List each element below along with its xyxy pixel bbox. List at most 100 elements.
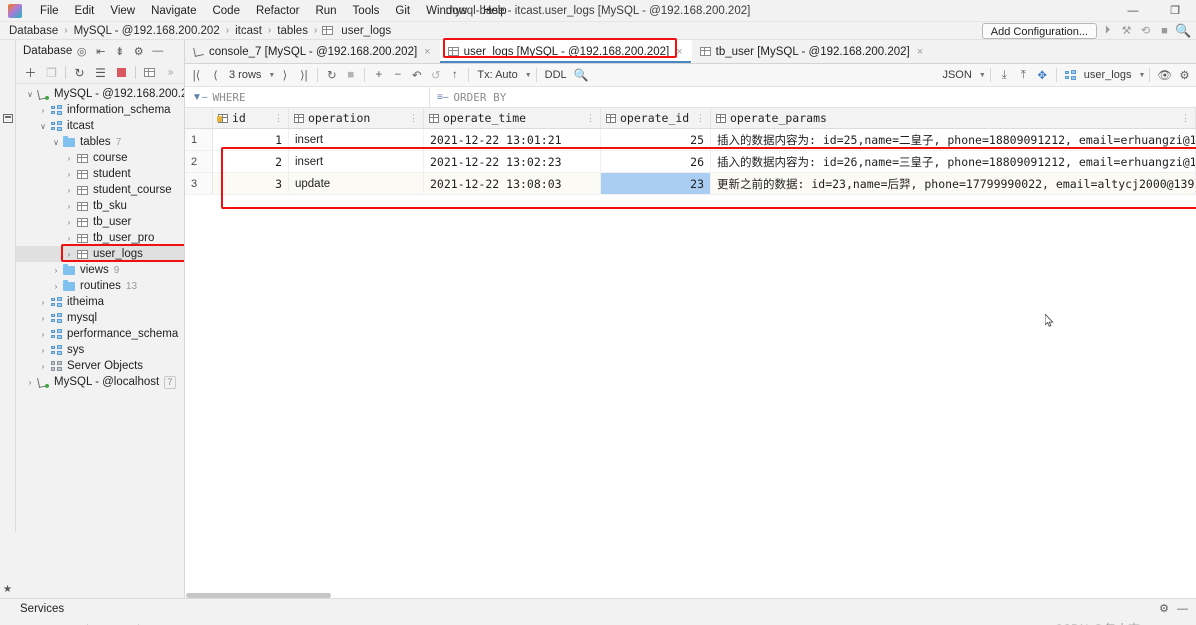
tree-node-course[interactable]: › course	[16, 150, 184, 166]
services-label[interactable]: Services	[20, 603, 64, 615]
expand-arrow-icon[interactable]: ›	[37, 106, 49, 115]
tx-icon[interactable]: Tₓ	[18, 621, 40, 625]
expand-arrow-icon[interactable]: ›	[63, 170, 75, 179]
tree-node-student-course[interactable]: › student_course	[16, 182, 184, 198]
grid-header-operate-id[interactable]: operate_id ⋮	[601, 108, 711, 128]
tree-node-tb-sku[interactable]: › tb_sku	[16, 198, 184, 214]
tree-node-sys[interactable]: › sys	[16, 342, 184, 358]
table-row[interactable]: 1 1 insert 2021-12-22 13:01:21 25 插入的数据内容为: i…	[185, 129, 1196, 151]
tree-node-student[interactable]: › student	[16, 166, 184, 182]
tree-node-views[interactable]: › views 9	[16, 262, 184, 278]
transaction-mode-label[interactable]: Tx: Auto	[473, 66, 521, 85]
cell-operation[interactable]: insert	[289, 129, 424, 150]
more-icon[interactable]: »	[160, 63, 181, 82]
stop-icon[interactable]	[111, 63, 132, 82]
close-icon[interactable]: ×	[424, 46, 430, 58]
stop-icon[interactable]: ■	[341, 66, 360, 85]
chevron-down-icon[interactable]: ▼	[1138, 72, 1145, 79]
cell-operate-time[interactable]: 2021-12-22 13:02:23	[424, 151, 601, 172]
table-editor-icon[interactable]	[139, 63, 160, 82]
sort-indicator-icon[interactable]: ⋮	[696, 113, 705, 124]
cell-operate-id[interactable]: 23	[601, 173, 711, 194]
where-filter[interactable]: ▼– WHERE	[185, 87, 430, 107]
run-script-icon[interactable]: ☰	[90, 63, 111, 82]
table-chooser-icon[interactable]	[1061, 66, 1080, 85]
settings-icon[interactable]: ⚙	[1159, 602, 1169, 615]
view-options-icon[interactable]: 👁	[1154, 66, 1175, 85]
breadcrumb-connection[interactable]: MySQL - @192.168.200.202	[71, 25, 223, 37]
refresh-icon[interactable]: ↻	[69, 63, 90, 82]
collapse-icon[interactable]: ⇤	[40, 621, 62, 625]
tree-node-mysql-localhost[interactable]: › MySQL - @localhost 7	[16, 374, 184, 390]
tree-node-itcast[interactable]: ∨ itcast	[16, 118, 184, 134]
add-row-button[interactable]: +	[369, 66, 388, 85]
expand-arrow-icon[interactable]: ›	[50, 282, 62, 291]
hide-icon[interactable]: —	[148, 42, 167, 60]
menu-view[interactable]: View	[102, 3, 143, 19]
grid-header-operate-params[interactable]: operate_params ⋮	[711, 108, 1196, 128]
row-count-label[interactable]: 3 rows	[225, 66, 265, 85]
expand-arrow-icon[interactable]: ›	[37, 330, 49, 339]
tree-node-mysql-192-168-200-202[interactable]: ∨ MySQL - @192.168.200.202	[16, 86, 184, 102]
cell-id[interactable]: 1	[213, 129, 289, 150]
next-page-button[interactable]: ⟩	[275, 66, 294, 85]
cell-operate-id[interactable]: 26	[601, 151, 711, 172]
expand-arrow-icon[interactable]: ›	[63, 202, 75, 211]
expand-icon[interactable]: ⇟	[110, 42, 129, 60]
expand-arrow-icon[interactable]: ›	[63, 186, 75, 195]
cell-operate-params[interactable]: 更新之前的数据: id=23,name=后羿, phone=1779999002…	[711, 173, 1196, 194]
add-configuration-button[interactable]: Add Configuration...	[981, 22, 1097, 39]
table-row[interactable]: 3 3 update 2021-12-22 13:08:03 23 更新之前的数据: id…	[185, 173, 1196, 195]
cell-operate-params[interactable]: 插入的数据内容为: id=25,name=二皇子, phone=18809091…	[711, 129, 1196, 150]
breadcrumb-schema[interactable]: itcast	[232, 25, 265, 37]
first-page-button[interactable]: |⟨	[187, 66, 206, 85]
expand-arrow-icon[interactable]: ›	[37, 298, 49, 307]
expand-arrow-icon[interactable]: ›	[63, 218, 75, 227]
editor-tab-tb-user[interactable]: tb_user [MySQL - @192.168.200.202] ×	[692, 40, 933, 63]
sort-indicator-icon[interactable]: ⋮	[1181, 113, 1190, 124]
cell-operation[interactable]: update	[289, 173, 424, 194]
collapse-all-icon[interactable]: ⇤	[91, 42, 110, 60]
expand-arrow-icon[interactable]: ›	[24, 378, 36, 387]
prev-page-button[interactable]: ⟨	[206, 66, 225, 85]
menu-tools[interactable]: Tools	[345, 3, 388, 19]
tree-node-mysql[interactable]: › mysql	[16, 310, 184, 326]
cell-operate-time[interactable]: 2021-12-22 13:01:21	[424, 129, 601, 150]
cell-id[interactable]: 2	[213, 151, 289, 172]
run-icon[interactable]: ⏵	[1099, 23, 1116, 39]
tree-node-tables[interactable]: ∨ tables 7	[16, 134, 184, 150]
close-icon[interactable]: ×	[917, 46, 923, 58]
chevron-down-icon[interactable]: ▼	[268, 72, 275, 79]
menu-refactor[interactable]: Refactor	[248, 3, 307, 19]
editor-tab-user-logs[interactable]: user_logs [MySQL - @192.168.200.202] ×	[439, 40, 692, 63]
cell-id[interactable]: 3	[213, 173, 289, 194]
refresh-icon[interactable]: ↻	[322, 66, 341, 85]
expand-arrow-icon[interactable]: ›	[37, 346, 49, 355]
ddl-button[interactable]: DDL	[541, 66, 571, 85]
locate-icon[interactable]: ◎	[72, 42, 91, 60]
tree-node-performance-schema[interactable]: › performance_schema	[16, 326, 184, 342]
debug-icon[interactable]: ⚒	[1118, 23, 1135, 39]
copy-icon[interactable]: ❐	[41, 63, 62, 82]
expand-arrow-icon[interactable]: ›	[63, 154, 75, 163]
export-icon[interactable]: ⤓	[995, 66, 1014, 85]
stop-icon[interactable]: ■	[1156, 23, 1173, 39]
expand-arrow-icon[interactable]: ›	[50, 266, 62, 275]
search-everywhere-icon[interactable]: 🔍	[1175, 23, 1192, 39]
new-tab-icon[interactable]: ⊞	[113, 621, 135, 625]
tree-node-routines[interactable]: › routines 13	[16, 278, 184, 294]
expand-icon[interactable]: ⇟	[62, 621, 84, 625]
expand-arrow-icon[interactable]: ∨	[37, 122, 49, 131]
settings-icon[interactable]: ⚙	[1175, 66, 1194, 85]
tree-node-server-objects[interactable]: › Server Objects	[16, 358, 184, 374]
tree-node-user-logs[interactable]: › user_logs	[16, 246, 184, 262]
tree-node-information-schema[interactable]: › information_schema	[16, 102, 184, 118]
editor-tab-console-7[interactable]: console_7 [MySQL - @192.168.200.202] ×	[185, 40, 440, 63]
menu-help[interactable]: Help	[475, 3, 515, 19]
database-strip-icon[interactable]	[3, 114, 13, 123]
expand-arrow-icon[interactable]: ∨	[50, 138, 62, 147]
submit-icon[interactable]: ↑	[445, 66, 464, 85]
delete-row-button[interactable]: −	[388, 66, 407, 85]
expand-arrow-icon[interactable]: ›	[63, 234, 75, 243]
hide-icon[interactable]: —	[1177, 603, 1188, 615]
